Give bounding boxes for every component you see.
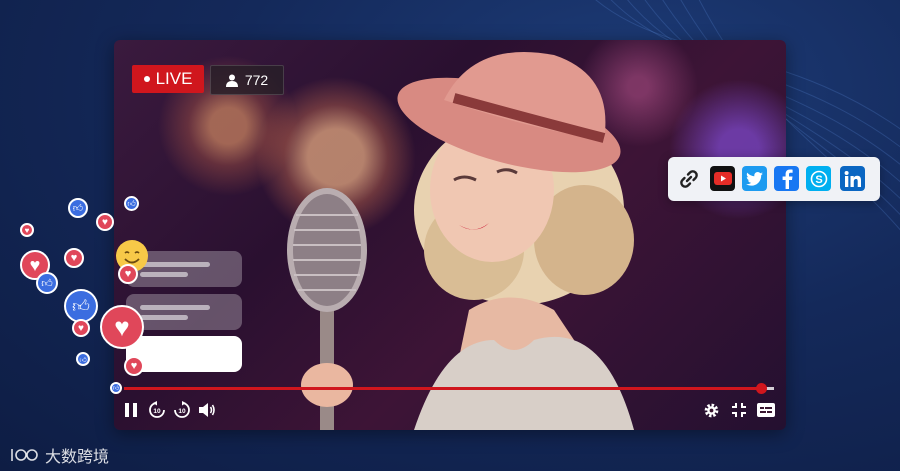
like-reaction-icon: 👍︎ bbox=[36, 272, 58, 294]
user-icon bbox=[225, 74, 238, 87]
rewind-10-icon: 10 bbox=[149, 401, 165, 418]
exit-fullscreen-icon bbox=[732, 403, 746, 417]
like-reaction-icon: 👍︎ bbox=[68, 198, 88, 218]
link-share-button[interactable] bbox=[676, 166, 701, 191]
like-reaction-icon: 👍︎ bbox=[64, 289, 98, 323]
exit-fullscreen-button[interactable] bbox=[729, 400, 749, 420]
linkedin-share-button[interactable] bbox=[840, 166, 865, 191]
pause-icon bbox=[125, 403, 137, 417]
watermark: 大数跨境 bbox=[10, 443, 109, 467]
youtube-icon bbox=[713, 172, 732, 185]
svg-text:10: 10 bbox=[178, 408, 186, 415]
twitter-icon bbox=[746, 171, 763, 186]
heart-reaction-icon: ♥ bbox=[64, 248, 84, 268]
facebook-share-button[interactable] bbox=[774, 166, 799, 191]
watermark-logo-icon bbox=[11, 449, 38, 461]
facebook-icon bbox=[782, 169, 793, 189]
live-label: LIVE bbox=[155, 69, 193, 88]
heart-reaction-icon: ♥ bbox=[20, 223, 34, 237]
progress-handle[interactable] bbox=[756, 383, 767, 394]
viewer-count: 772 bbox=[244, 72, 269, 88]
twitter-share-button[interactable] bbox=[742, 166, 767, 191]
progress-fill bbox=[124, 387, 761, 390]
player-controls: 10 10 bbox=[114, 400, 786, 424]
gear-icon bbox=[704, 403, 718, 417]
youtube-share-button[interactable] bbox=[710, 166, 735, 191]
skype-share-button[interactable]: S bbox=[806, 166, 831, 191]
captions-icon bbox=[757, 403, 775, 417]
like-reaction-icon: 👍︎ bbox=[76, 352, 90, 366]
heart-reaction-icon: ♥ bbox=[96, 213, 114, 231]
heart-reaction-icon: ♥ bbox=[72, 319, 90, 337]
linkedin-icon bbox=[844, 170, 861, 187]
progress-bar[interactable] bbox=[124, 383, 774, 394]
settings-button[interactable] bbox=[701, 400, 721, 420]
heart-reaction-icon: ♥ bbox=[124, 356, 144, 376]
rewind-10-button[interactable]: 10 bbox=[147, 400, 167, 420]
watermark-text: 大数跨境 bbox=[45, 449, 110, 466]
share-panel: S bbox=[668, 157, 880, 201]
viewer-count-badge: 772 bbox=[210, 65, 284, 95]
svg-text:S: S bbox=[815, 174, 822, 186]
pause-button[interactable] bbox=[121, 400, 141, 420]
link-icon bbox=[679, 169, 698, 188]
heart-reaction-icon: ♥ bbox=[118, 264, 138, 284]
like-reaction-icon: 👍︎ bbox=[124, 196, 139, 211]
live-badge: LIVE bbox=[132, 65, 204, 93]
forward-10-icon: 10 bbox=[174, 401, 190, 418]
forward-10-button[interactable]: 10 bbox=[172, 400, 192, 420]
svg-text:10: 10 bbox=[153, 408, 161, 415]
like-reaction-icon: 👍︎ bbox=[110, 382, 122, 394]
volume-button[interactable] bbox=[197, 400, 217, 420]
skype-icon: S bbox=[810, 170, 827, 187]
heart-reaction-icon: ♥ bbox=[100, 305, 144, 349]
volume-icon bbox=[199, 403, 215, 417]
video-player[interactable]: LIVE 772 10 10 bbox=[114, 40, 786, 430]
captions-button[interactable] bbox=[756, 400, 776, 420]
live-dot-icon bbox=[143, 76, 150, 82]
